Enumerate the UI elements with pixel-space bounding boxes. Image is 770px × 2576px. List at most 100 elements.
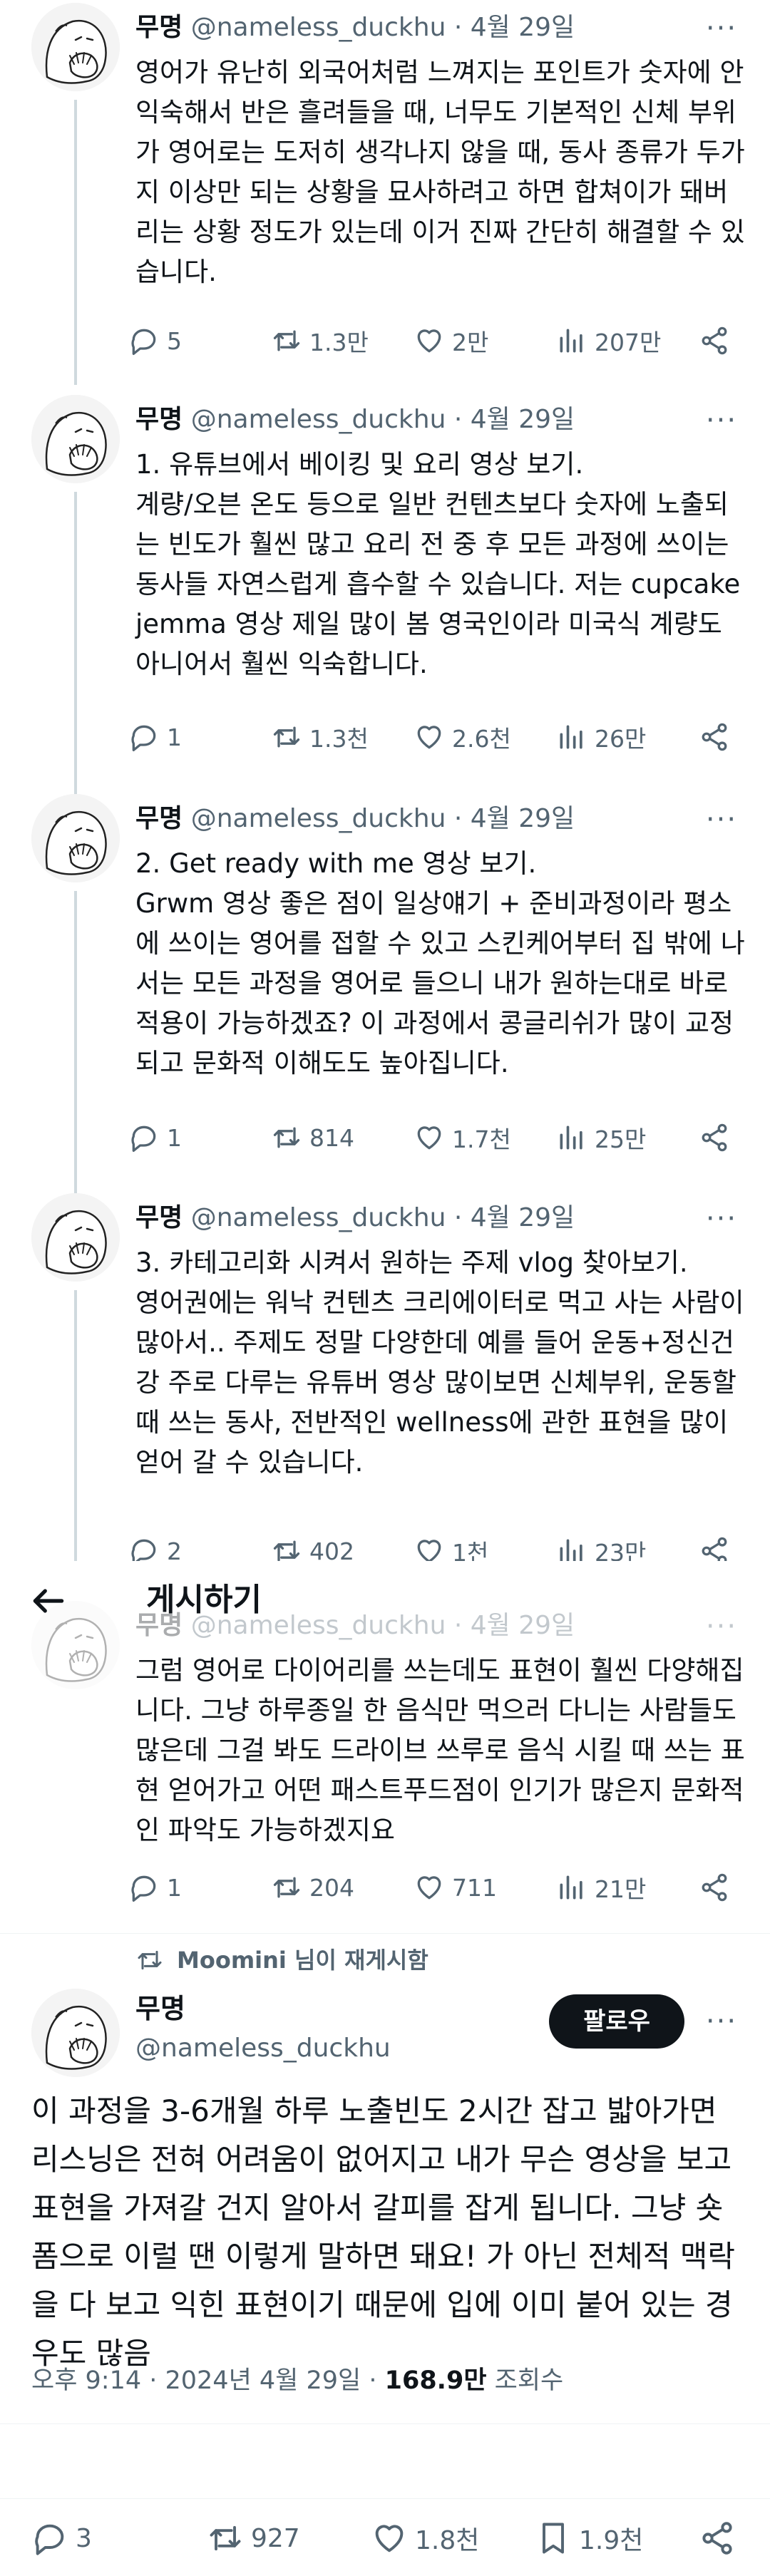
views-count: 207만 (595, 329, 662, 356)
views-count: 25만 (595, 1125, 647, 1153)
author-name[interactable]: 무명 (135, 1203, 183, 1232)
thread-tweet-4[interactable]: 무명 @nameless_duckhu · 4월 29일 ··· 3. 카테고리… (0, 1190, 770, 1561)
tweet-header: 무명 @nameless_duckhu · 4월 29일 (135, 801, 575, 837)
share-button[interactable] (699, 721, 737, 753)
reply-count: 2 (167, 1537, 182, 1562)
avatar[interactable] (31, 395, 120, 483)
author-handle[interactable]: @nameless_duckhu (191, 13, 446, 42)
repost-button[interactable]: 1.3천 (271, 720, 369, 754)
share-icon (699, 2520, 736, 2557)
repost-button[interactable]: 814 (271, 1122, 354, 1153)
repost-button[interactable]: 402 (271, 1535, 354, 1561)
share-button[interactable] (699, 325, 737, 356)
reply-button[interactable]: 2 (128, 1535, 182, 1561)
author-name[interactable]: 무명 (135, 13, 183, 42)
share-button[interactable] (699, 1872, 737, 1903)
repost-button[interactable]: 1.3만 (271, 324, 369, 358)
more-icon[interactable]: ··· (702, 406, 741, 435)
author-name[interactable]: 무명 (135, 1611, 183, 1640)
repost-button[interactable]: 927 (207, 2520, 300, 2557)
tweet-text: 3. 카테고리화 시켜서 원하는 주제 vlog 찾아보기. 영어권에는 워낙 … (135, 1247, 744, 1478)
reply-button[interactable]: 1 (128, 1872, 182, 1903)
author-handle[interactable]: @nameless_duckhu (191, 1203, 446, 1232)
like-count: 1.8천 (415, 2526, 480, 2555)
separator: · (453, 804, 463, 833)
reply-button[interactable]: 1 (128, 1122, 182, 1153)
like-button[interactable]: 1.8천 (371, 2520, 479, 2557)
reply-button[interactable]: 3 (31, 2520, 92, 2557)
thread-tweet-1[interactable]: 무명 @nameless_duckhu · 4월 29일 ··· 영어가 유난히… (0, 0, 770, 385)
divider (0, 2498, 770, 2499)
main-tweet-time[interactable]: 오후 9:14 · 2024년 4월 29일 · (31, 2366, 385, 2395)
like-icon (414, 721, 445, 753)
more-icon[interactable]: ··· (702, 1612, 741, 1641)
thread-tweet-5[interactable]: 무명 @nameless_duckhu · 4월 29일 ··· 그럼 영어로 … (0, 1598, 770, 1933)
tweet-text: 2. Get ready with me 영상 보기. Grwm 영상 좋은 점… (135, 848, 745, 1078)
thread-line (74, 1290, 77, 1561)
repost-icon (271, 325, 302, 356)
views-button[interactable]: 21만 (556, 1870, 646, 1905)
bookmark-button[interactable]: 1.9천 (535, 2520, 643, 2557)
more-icon[interactable]: ··· (702, 805, 741, 834)
views-button[interactable]: 23만 (556, 1534, 646, 1561)
views-button[interactable]: 26만 (556, 720, 646, 754)
main-author-handle[interactable]: @nameless_duckhu (135, 2029, 391, 2068)
reply-button[interactable]: 1 (128, 721, 182, 753)
share-button[interactable] (699, 1122, 737, 1153)
separator: · (453, 1203, 463, 1232)
more-icon[interactable]: ··· (702, 2007, 741, 2036)
author-name[interactable]: 무명 (135, 405, 183, 434)
tweet-time[interactable]: 4월 29일 (471, 804, 575, 833)
reply-button[interactable]: 5 (128, 325, 182, 356)
like-button[interactable]: 1.7천 (414, 1120, 511, 1155)
separator: · (453, 1611, 463, 1640)
avatar[interactable] (31, 794, 120, 882)
author-name[interactable]: 무명 (135, 804, 183, 833)
tweet-time[interactable]: 4월 29일 (471, 1611, 575, 1640)
share-button[interactable] (699, 1535, 737, 1561)
thread-tweet-2[interactable]: 무명 @nameless_duckhu · 4월 29일 ··· 1. 유튜브에… (0, 392, 770, 805)
avatar[interactable] (31, 1601, 120, 1689)
avatar[interactable] (31, 3, 120, 91)
avatar[interactable] (31, 1193, 120, 1282)
like-count: 2만 (452, 329, 489, 356)
more-icon[interactable]: ··· (702, 14, 741, 43)
like-icon (414, 1535, 445, 1561)
repost-count: 1.3천 (309, 725, 369, 753)
like-button[interactable]: 711 (414, 1872, 497, 1903)
repost-count: 814 (309, 1123, 354, 1152)
like-button[interactable]: 2만 (414, 324, 488, 358)
repost-button[interactable]: 204 (271, 1872, 354, 1903)
main-avatar[interactable] (31, 1989, 120, 2077)
tweet-time[interactable]: 4월 29일 (471, 1203, 575, 1232)
share-icon (699, 325, 730, 356)
divider (0, 1933, 770, 1934)
main-author-name[interactable]: 무명 (135, 1989, 185, 2029)
follow-button[interactable]: 팔로우 (549, 1994, 684, 2049)
tweet-time[interactable]: 4월 29일 (471, 13, 575, 42)
share-icon (699, 1872, 730, 1903)
retweeted-by-label: Moomini 님이 재게시함 (177, 1947, 428, 1974)
thread-tweet-3[interactable]: 무명 @nameless_duckhu · 4월 29일 ··· 2. Get … (0, 791, 770, 1205)
reply-icon (128, 325, 160, 356)
divider (0, 2423, 770, 2424)
separator: · (453, 405, 463, 434)
views-button[interactable]: 207만 (556, 324, 661, 358)
share-button[interactable] (699, 2520, 743, 2557)
like-count: 1.7천 (452, 1125, 511, 1153)
like-button[interactable]: 1천 (414, 1534, 488, 1561)
tweet-actions: 1 1.3천 2.6천 26만 (128, 717, 741, 757)
retweeted-by[interactable]: Moomini 님이 재게시함 (135, 1942, 428, 1978)
tweet-time[interactable]: 4월 29일 (471, 405, 575, 434)
like-button[interactable]: 2.6천 (414, 720, 511, 754)
author-handle[interactable]: @nameless_duckhu (191, 405, 446, 434)
author-handle[interactable]: @nameless_duckhu (191, 1611, 446, 1640)
bookmark-count: 1.9천 (579, 2526, 644, 2555)
like-count: 2.6천 (452, 725, 511, 753)
tweet-header: 무명 @nameless_duckhu · 4월 29일 (135, 402, 575, 438)
views-button[interactable]: 25만 (556, 1120, 646, 1155)
reply-count: 3 (76, 2523, 92, 2553)
more-icon[interactable]: ··· (702, 1205, 741, 1233)
like-count: 711 (452, 1873, 497, 1902)
author-handle[interactable]: @nameless_duckhu (191, 804, 446, 833)
